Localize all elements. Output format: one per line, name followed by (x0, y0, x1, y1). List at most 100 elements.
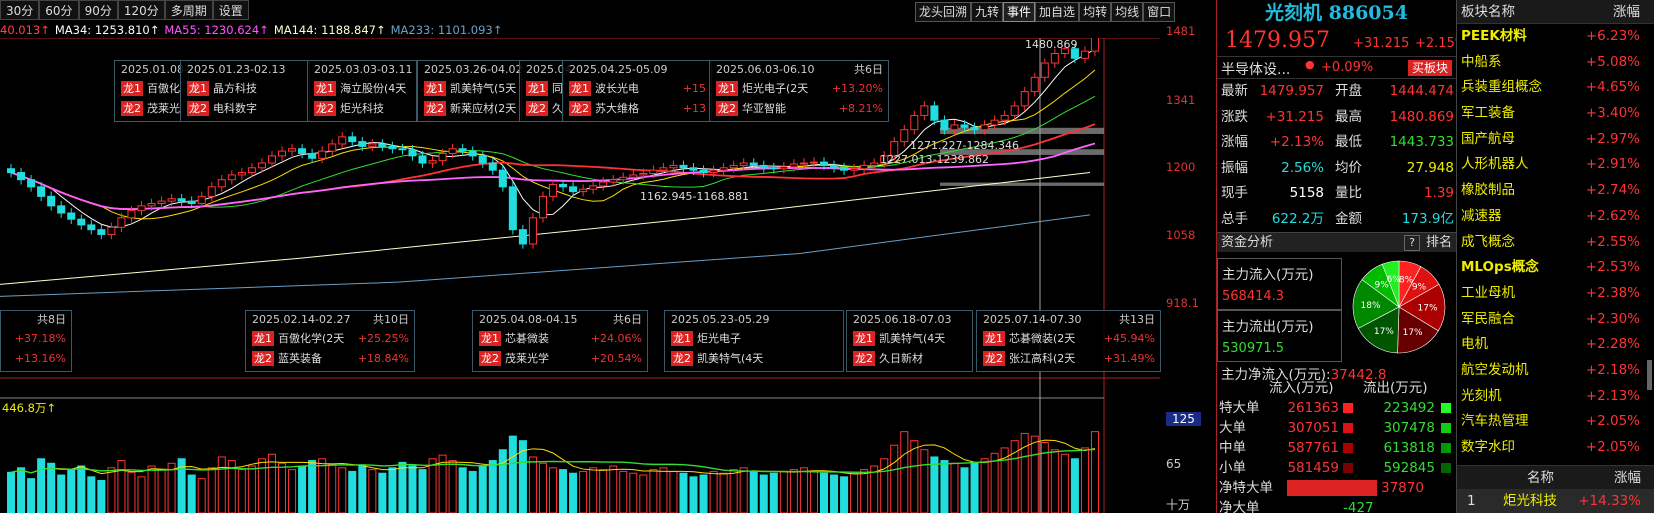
dragon-period-box[interactable]: 2025.05.23-05.29 龙1 炬光电子 龙2 凯美特气(4天 (664, 310, 844, 372)
period-button[interactable]: 120分 (117, 0, 165, 20)
dragon-period-box[interactable]: 2025.04.25-05.09 龙1 波长光电 +15 龙2 苏大维格 +13 (562, 60, 712, 122)
volume-bar (237, 469, 246, 513)
dragon-period-box[interactable]: 2025.07.14-07.30 共13日 龙1 芯碁微装(2天 +45.94% 龙2 张江… (976, 310, 1161, 372)
flow-out-value: 592845 (1383, 460, 1435, 476)
dragon-period-box[interactable]: 2025.01.08- 龙1 百傲化 龙2 茂莱光 (114, 60, 189, 122)
dragon-period-box[interactable]: 共8日 +37.18% +13.16% (0, 310, 72, 372)
candle-body (759, 164, 768, 169)
sector-row[interactable]: 人形机器人 +2.91% (1457, 152, 1654, 178)
parent-sector-line[interactable]: 半导体设... ● +0.09% 买板块 (1217, 56, 1456, 78)
tool-button[interactable]: 均线 (1111, 2, 1144, 22)
help-button[interactable]: ? (1404, 235, 1420, 251)
parent-sector-name[interactable]: 半导体设... (1221, 59, 1290, 79)
dragon-tag: 龙2 (716, 101, 738, 116)
candle-body (318, 150, 327, 159)
tool-button[interactable]: 事件 (1003, 2, 1036, 22)
sector-row[interactable]: 数字水印 +2.05% (1457, 435, 1654, 461)
candle-body (478, 155, 487, 164)
candle-body (689, 167, 698, 171)
dragon-period-box[interactable]: 2025.04 龙1 同龙2 久 (519, 60, 572, 122)
sector-row[interactable]: 工业母机 +2.38% (1457, 281, 1654, 307)
volume-bar (247, 465, 256, 513)
dragon-period-box[interactable]: 2025.04.08-04.15 共6日 龙1 芯碁微装 +24.06% 龙2 茂莱光学 +2… (472, 310, 648, 372)
dragon-period-box[interactable]: 2025.03.26-04.02 龙1 凯美特气(5天 龙2 新莱应材(2天 (417, 60, 522, 122)
ma-legend: 40.013↑ MA34: 1253.810↑ MA55: 1230.624↑ MA1… (0, 23, 507, 39)
dragon-tag: 龙1 (121, 81, 143, 96)
buy-sector-button[interactable]: 买板块 (1407, 60, 1452, 76)
flow-header: 流入(万元) 流出(万元) (1217, 378, 1457, 398)
tool-button[interactable]: 均转 (1079, 2, 1112, 22)
candle-body (177, 198, 186, 202)
stock-name-header[interactable]: 名称 (1527, 466, 1554, 490)
tool-button[interactable]: 加自选 (1035, 2, 1080, 22)
volume-bar (910, 440, 919, 513)
sector-name-header[interactable]: 板块名称 (1461, 0, 1515, 24)
volume-bar (599, 469, 608, 513)
candle-body (67, 212, 76, 220)
volume-bar (759, 474, 768, 513)
dragon-period-box[interactable]: 2025.06.03-06.10 共6日 龙1 炬光电子(2天 +13.20% 龙2 华亚智… (709, 60, 889, 122)
candle-body (498, 169, 507, 188)
band-label: 1162.945-1168.881 (640, 190, 749, 203)
flow-out-swatch (1441, 443, 1451, 453)
sector-row[interactable]: 兵装重组概念 +4.65% (1457, 75, 1654, 101)
dragon-tag: 龙2 (853, 351, 875, 366)
dragon-period-box[interactable]: 2025.01.23-02.13 龙1 晶方科技 龙2 电科数字 (180, 60, 310, 122)
sector-row[interactable]: 航空发动机 +2.18% (1457, 358, 1654, 384)
sector-row[interactable]: 光刻机 +2.13% (1457, 384, 1654, 410)
dragon-row: 龙2 久 (520, 99, 563, 119)
tool-button[interactable]: 龙头回溯 (915, 2, 972, 22)
sector-row[interactable]: 军民融合 +2.30% (1457, 307, 1654, 333)
sector-row[interactable]: 中船系 +5.08% (1457, 50, 1654, 76)
period-button[interactable]: 30分 (0, 0, 40, 20)
volume-bar (157, 469, 166, 513)
price-line: 1479.957 +31.215 +2.15% (1217, 26, 1467, 56)
volume-bar (277, 462, 287, 513)
pie-label: 17% (1374, 327, 1394, 337)
candle-body (719, 167, 728, 171)
sector-name: 兵装重组概念 (1461, 79, 1542, 96)
tool-button[interactable]: 九转 (971, 2, 1004, 22)
period-header: 2025.05.23-05.29 (665, 311, 843, 329)
period-button[interactable]: 60分 (39, 0, 79, 20)
sector-row[interactable]: MLOps概念 +2.53% (1457, 255, 1654, 281)
sector-pct-header[interactable]: 涨幅 (1613, 0, 1640, 24)
sector-row[interactable]: 汽车热管理 +2.05% (1457, 409, 1654, 435)
dragon-period-box[interactable]: 2025.03.03-03.11 龙1 海立股份(4天 龙2 炬光科技 (307, 60, 417, 122)
sector-row[interactable]: 国产航母 +2.97% (1457, 127, 1654, 153)
candle-body (408, 149, 417, 157)
sector-row[interactable]: 电机 +2.28% (1457, 332, 1654, 358)
dragon-pct: +13.20% (831, 82, 883, 95)
sector-row[interactable]: 减速器 +2.62% (1457, 204, 1654, 230)
sector-row[interactable]: 军工装备 +3.40% (1457, 101, 1654, 127)
volume-bar (860, 469, 869, 513)
period-button[interactable]: 90分 (78, 0, 118, 20)
rank-button[interactable]: 排名 (1426, 233, 1452, 253)
period-button[interactable]: 多周期 (164, 0, 213, 20)
sector-pct: +4.65% (1585, 79, 1640, 96)
volume-bar (719, 472, 728, 513)
volume-bar (819, 472, 829, 513)
stock-pct-header[interactable]: 涨幅 (1614, 466, 1641, 490)
sector-list-scrollbar[interactable] (1647, 360, 1652, 390)
quote-row: 现手 5158 量比 1.39 (1217, 181, 1456, 207)
candle-body (980, 124, 989, 131)
volume-bar (548, 467, 558, 513)
period-button[interactable]: 设置 (212, 0, 249, 20)
dragon-period-box[interactable]: 2025.02.14-02.27 共10日 龙1 百傲化学(2天 +25.25% 龙2 蓝英… (245, 310, 415, 372)
tool-button[interactable]: 窗口 (1143, 2, 1176, 22)
candle-body (548, 183, 558, 197)
dragon-pct: +13.16% (14, 352, 66, 365)
volume-bar (358, 465, 367, 513)
candle-body (458, 148, 467, 152)
sector-row[interactable]: 成飞概念 +2.55% (1457, 230, 1654, 256)
candle-body (117, 217, 126, 228)
candle-body (870, 162, 879, 166)
sector-row[interactable]: 橡胶制品 +2.74% (1457, 178, 1654, 204)
sector-pct: +2.55% (1585, 233, 1640, 250)
candle-body (508, 186, 517, 231)
stock-row[interactable]: 1 炬光科技 +14.33% (1457, 489, 1654, 513)
dragon-period-box[interactable]: 2025.06.18-07.03 龙1 凯美特气(4天 龙2 久日新材 (846, 310, 973, 372)
sector-row[interactable]: PEEK材料 +6.23% (1457, 24, 1654, 50)
volume-bar (870, 465, 879, 513)
